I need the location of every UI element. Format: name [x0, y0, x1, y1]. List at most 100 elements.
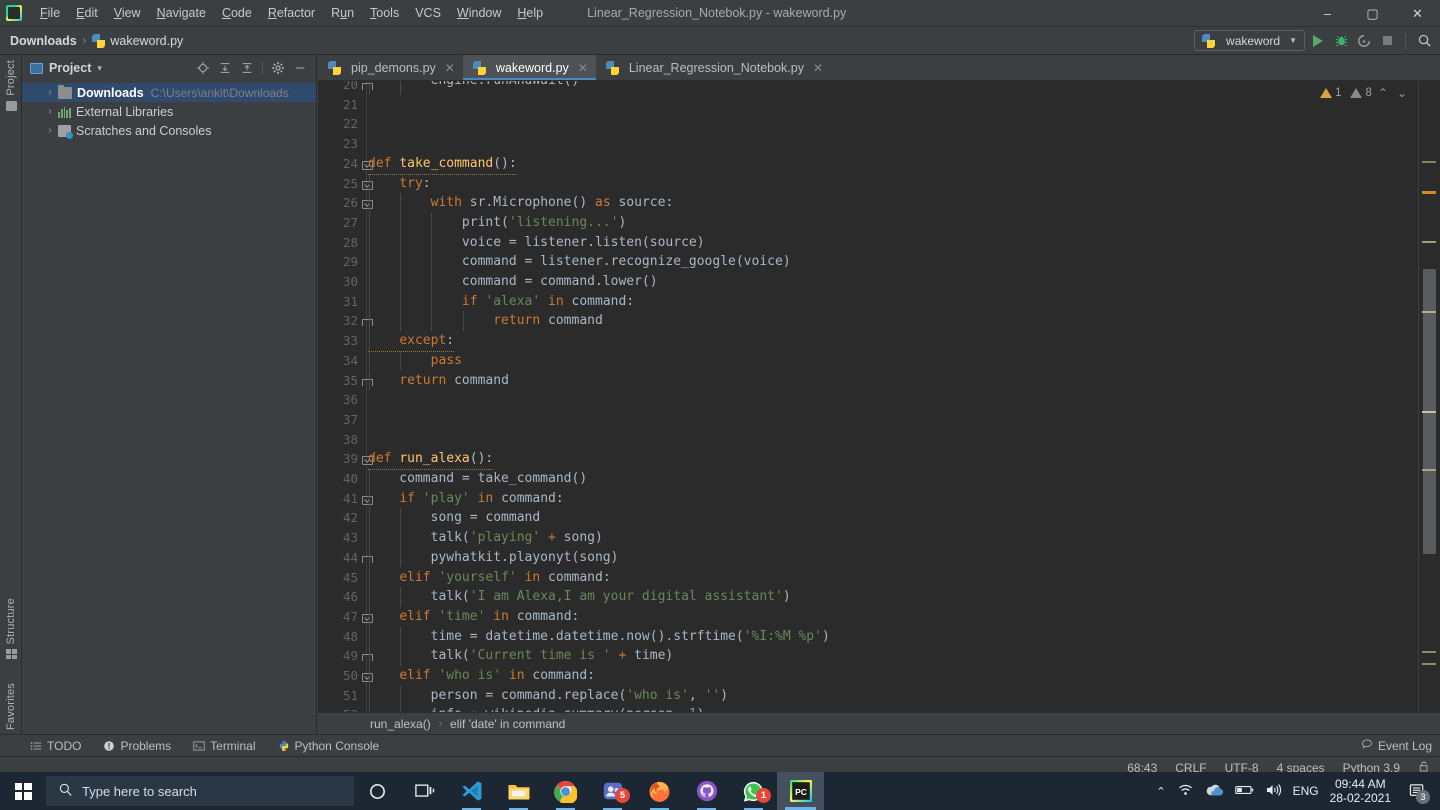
close-button[interactable]: ✕ [1395, 0, 1440, 27]
tool-window-problems[interactable]: Problems [92, 739, 182, 753]
tree-node-scratches-and-consoles[interactable]: › Scratches and Consoles [22, 121, 316, 140]
collapse-all-icon[interactable] [236, 57, 258, 79]
tree-node-external-libraries[interactable]: › External Libraries [22, 102, 316, 121]
next-problem-icon[interactable]: ⌄ [1394, 86, 1410, 100]
menu-item-navigate[interactable]: Navigate [149, 3, 214, 23]
stop-icon[interactable] [1377, 30, 1397, 52]
menu-item-edit[interactable]: Edit [68, 3, 106, 23]
code-line[interactable]: 24 def take_command(): [318, 154, 1418, 175]
menu-item-view[interactable]: View [106, 3, 149, 23]
code-line[interactable]: 47 elif 'time' in command: [318, 606, 1418, 627]
minimize-button[interactable]: – [1305, 0, 1350, 27]
search-everywhere-icon[interactable] [1414, 30, 1434, 52]
code-line[interactable]: 33 except: [318, 331, 1418, 352]
run-icon[interactable] [1308, 30, 1328, 52]
code-line[interactable]: 52 info = wikipedia.summary(person, 1) [318, 705, 1418, 712]
github-desktop-icon[interactable] [683, 772, 730, 810]
chrome-icon[interactable] [542, 772, 589, 810]
menu-item-help[interactable]: Help [509, 3, 551, 23]
previous-problem-icon[interactable]: ⌃ [1375, 86, 1391, 100]
code-line[interactable]: 38 [318, 430, 1418, 450]
cortana-icon[interactable] [354, 772, 401, 810]
breadcrumb-statement[interactable]: elif 'date' in command [450, 717, 565, 731]
code-line[interactable]: 23 [318, 134, 1418, 154]
code-line[interactable]: 30 command = command.lower() [318, 272, 1418, 292]
menu-item-file[interactable]: File [32, 3, 68, 23]
code-line[interactable]: 26 with sr.Microphone() as source: [318, 193, 1418, 213]
start-button[interactable] [0, 772, 46, 810]
code-line[interactable]: 48 time = datetime.datetime.now().strfti… [318, 626, 1418, 647]
close-tab-icon[interactable]: ✕ [445, 61, 455, 75]
code-line[interactable]: 34 pass [318, 350, 1418, 371]
expand-all-icon[interactable] [214, 57, 236, 79]
file-explorer-icon[interactable] [495, 772, 542, 810]
tool-window-terminal[interactable]: Terminal [182, 739, 266, 753]
menu-item-run[interactable]: Run [323, 3, 362, 23]
run-with-coverage-icon[interactable] [1354, 30, 1374, 52]
code-line[interactable]: 29 command = listener.recognize_google(v… [318, 252, 1418, 272]
chevron-right-icon[interactable]: › [44, 87, 56, 98]
code-line[interactable]: 45 elif 'yourself' in command: [318, 567, 1418, 588]
menu-item-tools[interactable]: Tools [362, 3, 407, 23]
pycharm-icon[interactable]: PC [777, 772, 824, 810]
code-line[interactable]: 51 person = command.replace('who is', ''… [318, 685, 1418, 706]
chevron-down-icon[interactable]: ▾ [97, 63, 102, 74]
breadcrumb-wakeword-file[interactable]: wakeword.py [92, 33, 183, 48]
code-line[interactable]: 31 if 'alexa' in command: [318, 291, 1418, 312]
editor-tab-linear-regression-notebok-py[interactable]: Linear_Regression_Notebok.py ✕ [596, 55, 831, 80]
code-line[interactable]: 41 if 'play' in command: [318, 488, 1418, 509]
vscode-icon[interactable] [448, 772, 495, 810]
task-view-icon[interactable] [401, 772, 448, 810]
close-tab-icon[interactable]: ✕ [578, 61, 588, 75]
tree-node-downloads[interactable]: › Downloads C:\Users\ankit\Downloads [22, 83, 316, 102]
code-line[interactable]: 22 [318, 114, 1418, 134]
maximize-button[interactable]: ▢ [1350, 0, 1395, 27]
breadcrumb-function[interactable]: run_alexa() [370, 717, 431, 731]
code-line[interactable]: 32 return command [318, 311, 1418, 332]
code-editor[interactable]: 20 engine.runAndWait()21222324def take_c… [318, 81, 1418, 712]
tool-window-todo[interactable]: TODO [0, 739, 92, 753]
chevron-right-icon[interactable]: › [44, 106, 56, 117]
rail-button-structure[interactable]: Structure [0, 595, 22, 661]
code-line[interactable]: 25 try: [318, 173, 1418, 194]
code-line[interactable]: 46 talk('I am Alexa,I am your digital as… [318, 587, 1418, 607]
chevron-right-icon[interactable]: › [44, 125, 56, 136]
taskbar-search-input[interactable]: Type here to search [46, 776, 354, 806]
menu-item-refactor[interactable]: Refactor [260, 3, 323, 23]
hide-panel-icon[interactable]: – [289, 57, 311, 79]
code-line[interactable]: 42 song = command [318, 508, 1418, 529]
code-line[interactable]: 20 engine.runAndWait() [318, 81, 1418, 95]
editor-tab-wakeword-py[interactable]: wakeword.py ✕ [462, 55, 596, 80]
code-line[interactable]: 28 voice = listener.listen(source) [318, 232, 1418, 253]
locate-icon[interactable] [192, 57, 214, 79]
menu-item-vcs[interactable]: VCS [407, 3, 449, 23]
menu-item-window[interactable]: Window [449, 3, 509, 23]
code-line[interactable]: 27 print('listening...') [318, 212, 1418, 233]
inspection-widget[interactable]: 1 8 ⌃ ⌄ [1320, 81, 1418, 105]
taskbar-clock[interactable]: 09:44 AM 28-02-2021 [1330, 777, 1391, 805]
close-tab-icon[interactable]: ✕ [813, 61, 823, 75]
debug-icon[interactable] [1331, 30, 1351, 52]
breadcrumb-downloads[interactable]: Downloads [10, 34, 77, 48]
tool-window-python-console[interactable]: Python Console [267, 739, 391, 753]
action-center-icon[interactable]: 3 [1402, 772, 1432, 810]
wifi-icon[interactable] [1177, 782, 1194, 800]
event-log-button[interactable]: Event Log [1361, 738, 1432, 753]
code-line[interactable]: 37 [318, 410, 1418, 430]
editor-scrollbar[interactable] [1418, 81, 1440, 712]
volume-icon[interactable] [1265, 783, 1282, 800]
firefox-icon[interactable] [636, 772, 683, 810]
code-line[interactable]: 21 [318, 95, 1418, 115]
rail-button-project[interactable]: Project [0, 57, 22, 113]
language-indicator[interactable]: ENG [1293, 784, 1319, 798]
whatsapp-icon[interactable]: 1 [730, 772, 777, 810]
code-line[interactable]: 40 command = take_command() [318, 469, 1418, 489]
code-line[interactable]: 50 elif 'who is' in command: [318, 666, 1418, 686]
editor-tab-pip-demons-py[interactable]: pip_demons.py ✕ [318, 55, 463, 80]
code-line[interactable]: 49 talk('Current time is ' + time) [318, 646, 1418, 666]
menu-item-code[interactable]: Code [214, 3, 260, 23]
code-line[interactable]: 39 def run_alexa(): [318, 449, 1418, 470]
battery-icon[interactable] [1234, 784, 1254, 799]
run-configuration-selector[interactable]: wakeword ▼ [1194, 30, 1305, 51]
code-line[interactable]: 44 pywhatkit.playonyt(song) [318, 547, 1418, 568]
